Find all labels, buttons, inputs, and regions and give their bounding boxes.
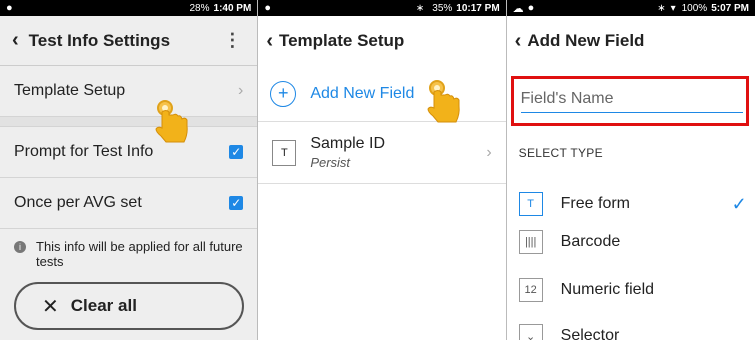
status-bar: ● ∗ 35% 10:17 PM	[258, 0, 506, 16]
item-title: Sample ID	[310, 135, 386, 152]
page-title: Add New Field	[527, 31, 645, 50]
barcode-icon: ||||	[518, 230, 543, 254]
clock: 5:07 PM	[711, 2, 749, 14]
location-icon: ●	[6, 2, 13, 14]
wifi-icon: ▾	[670, 2, 676, 14]
close-icon: ✕	[42, 295, 59, 318]
clock: 1:40 PM	[213, 2, 252, 14]
row-label: Prompt for Test Info	[14, 143, 154, 160]
status-bar: ☁ ● ∗ ▾ 100% 5:07 PM	[506, 0, 755, 16]
template-setup-row[interactable]: Template Setup ›	[0, 66, 258, 117]
item-subtitle: Persist	[310, 155, 351, 170]
info-icon: i	[14, 241, 26, 253]
tutorial-composite: ● 28% 1:40 PM ‹ Test Info Settings ⋮ Tem…	[0, 0, 755, 340]
location-icon: ●	[264, 2, 271, 14]
battery-text: 28%	[189, 2, 210, 14]
clock: 10:17 PM	[456, 2, 500, 14]
back-icon[interactable]: ‹	[12, 29, 19, 52]
info-text: This info will be applied for all future…	[36, 239, 243, 269]
back-icon[interactable]: ‹	[266, 30, 273, 53]
checkbox-checked-icon[interactable]: ✓	[229, 196, 244, 210]
info-note: i This info will be applied for all futu…	[0, 229, 257, 269]
battery-text: 100%	[681, 2, 708, 14]
location-icon: ●	[527, 2, 535, 14]
dropdown-icon: ⌄	[518, 324, 543, 340]
text-type-icon: T	[272, 139, 297, 166]
more-menu-icon[interactable]: ⋮	[223, 30, 241, 51]
type-label: Free form	[560, 195, 630, 212]
pointing-hand-icon	[427, 80, 460, 123]
status-bar: ● 28% 1:40 PM	[0, 0, 258, 16]
type-option-free-form[interactable]: T Free form ✓	[518, 186, 747, 222]
type-label: Barcode	[560, 233, 621, 250]
select-type-heading: SELECT TYPE	[518, 146, 603, 160]
add-new-field-label: Add New Field	[310, 84, 415, 102]
numeric-icon: 12	[518, 278, 543, 302]
template-setup-screen: ● ∗ 35% 10:17 PM ‹ Template Setup + Add …	[257, 0, 506, 340]
clear-all-button[interactable]: ✕ Clear all	[14, 282, 244, 330]
test-info-settings-screen: ● 28% 1:40 PM ‹ Test Info Settings ⋮ Tem…	[0, 0, 258, 340]
bluetooth-icon: ∗	[657, 2, 666, 14]
type-label: Numeric field	[560, 281, 655, 298]
field-name-input[interactable]: Field's Name	[520, 90, 743, 113]
add-new-field-screen: ☁ ● ∗ ▾ 100% 5:07 PM ‹ Add New Field Fie…	[505, 0, 755, 340]
bluetooth-icon: ∗	[415, 2, 425, 14]
add-new-field-button[interactable]: + Add New Field	[258, 66, 506, 122]
text-type-icon: T	[518, 192, 543, 216]
app-header: ‹ Template Setup	[258, 16, 505, 66]
type-option-numeric[interactable]: 12 Numeric field	[518, 272, 747, 308]
chevron-right-icon: ›	[486, 143, 492, 161]
battery-text: 35%	[432, 2, 453, 14]
page-title: Template Setup	[278, 31, 405, 50]
app-header: ‹ Test Info Settings ⋮	[0, 16, 258, 66]
checkbox-checked-icon[interactable]: ✓	[229, 145, 244, 159]
page-title: Test Info Settings	[28, 30, 171, 50]
row-label: Template Setup	[14, 82, 126, 99]
row-label: Once per AVG set	[14, 194, 142, 211]
app-header: ‹ Add New Field	[507, 16, 755, 66]
prompt-test-info-row[interactable]: Prompt for Test Info ✓	[0, 127, 258, 178]
type-option-selector[interactable]: ⌄ Selector	[518, 318, 747, 340]
once-per-avg-row[interactable]: Once per AVG set ✓	[0, 178, 258, 229]
type-option-barcode[interactable]: |||| Barcode	[518, 224, 747, 260]
cloud-icon: ☁	[512, 2, 524, 15]
type-label: Selector	[560, 327, 620, 340]
clear-all-label: Clear all	[70, 296, 137, 315]
item-text: Sample ID Persist	[310, 135, 385, 170]
section-divider	[0, 117, 258, 127]
add-circle-icon: +	[270, 80, 297, 107]
back-icon[interactable]: ‹	[515, 30, 522, 53]
chevron-right-icon: ›	[237, 82, 244, 99]
check-icon: ✓	[731, 193, 747, 214]
pointing-hand-icon	[155, 100, 188, 143]
list-item[interactable]: T Sample ID Persist ›	[258, 122, 506, 184]
